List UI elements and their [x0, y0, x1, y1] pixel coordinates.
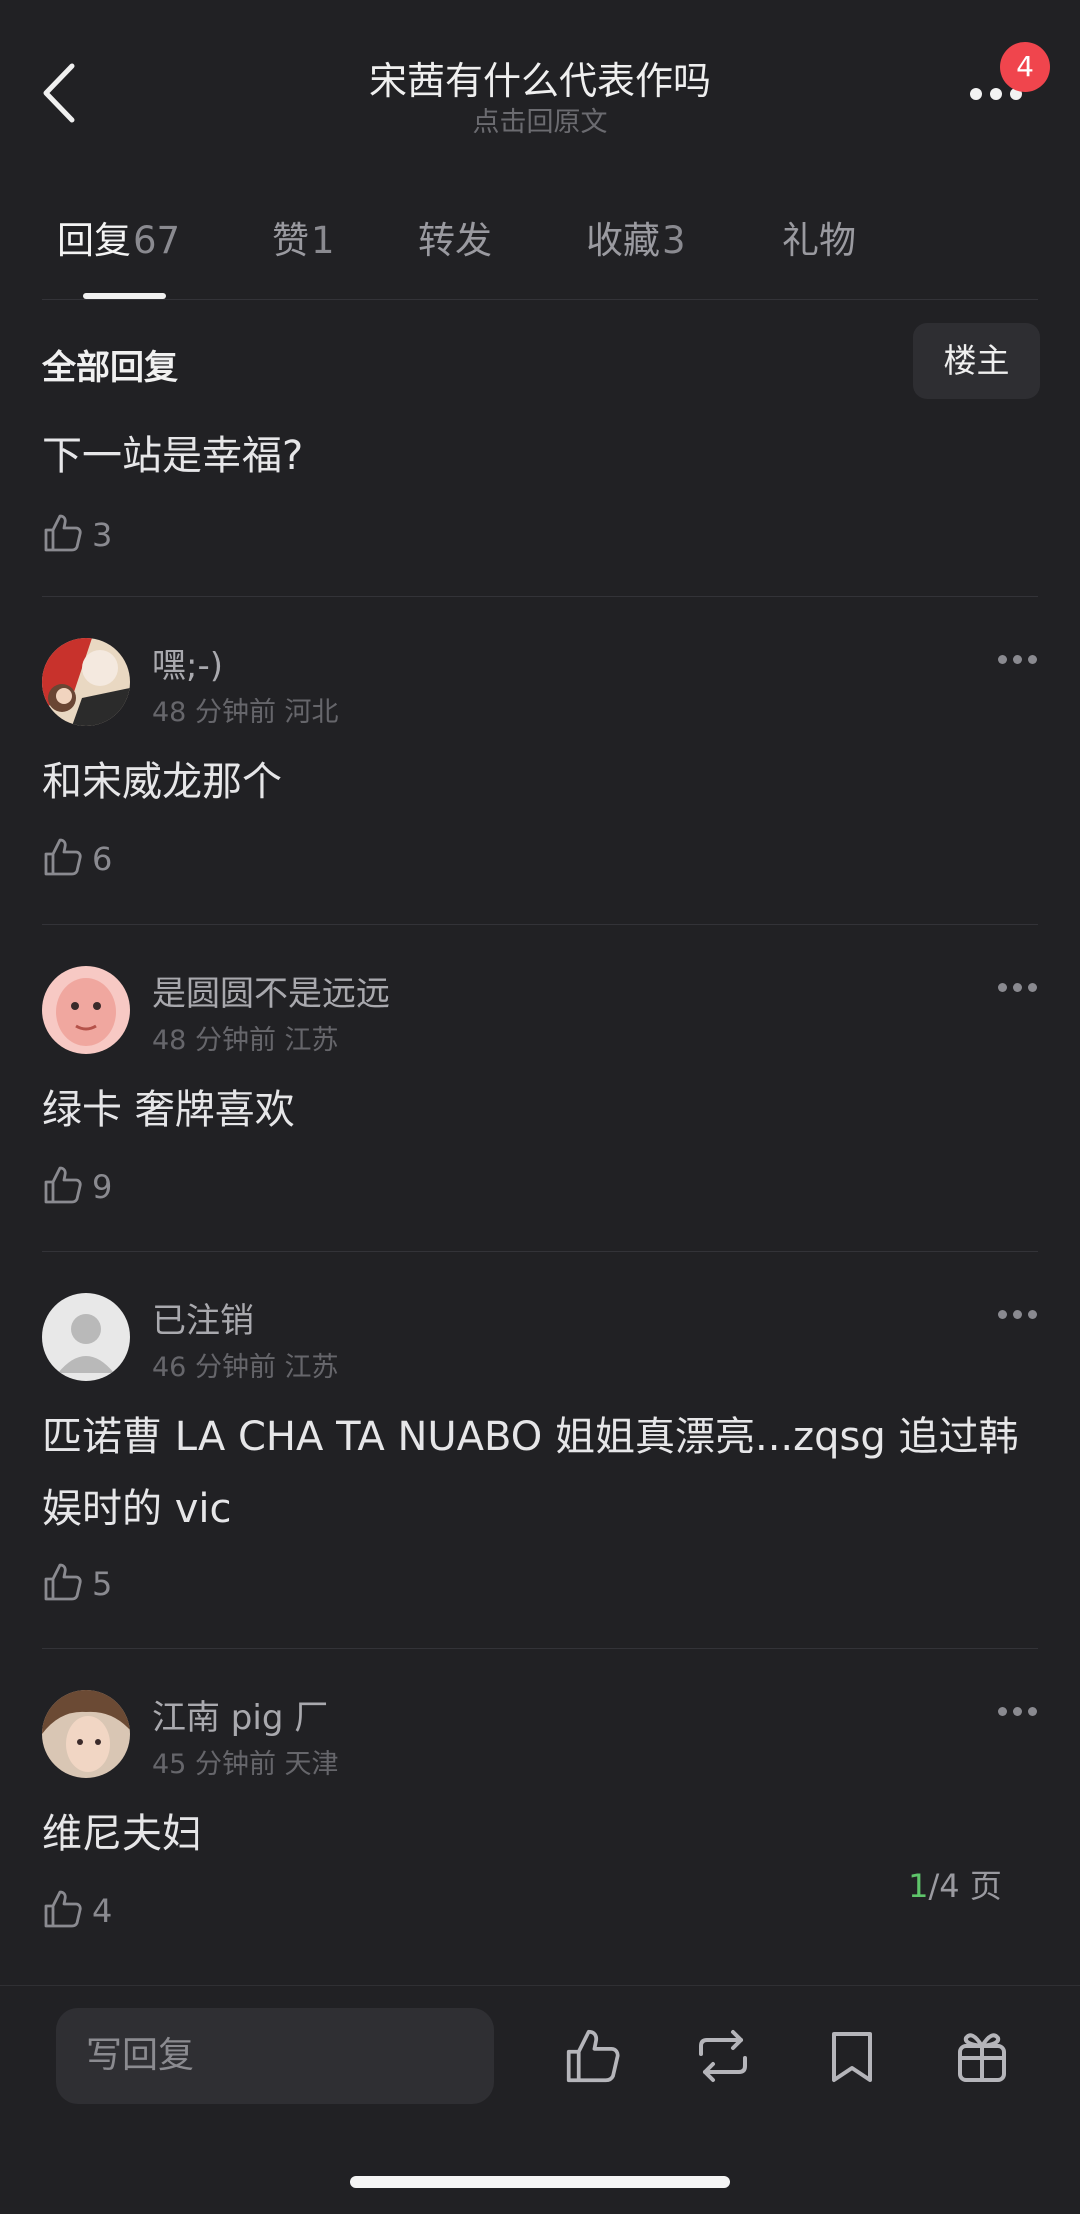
thumbs-up-icon [44, 1890, 82, 1928]
tab-count: 67 [133, 219, 181, 262]
location: 江苏 [284, 1352, 339, 1383]
repost-icon [699, 2030, 747, 2082]
avatar-image [42, 966, 130, 1054]
like-count: 6 [92, 840, 113, 878]
avatar-image [42, 1690, 130, 1778]
tab-label: 礼物 [782, 219, 856, 262]
comment-more-button[interactable] [996, 650, 1040, 670]
total-pages: /4 页 [928, 1867, 1002, 1905]
like-post-button[interactable] [563, 2026, 623, 2086]
comment-meta: 46 分钟前 江苏 [152, 1345, 339, 1384]
repost-button[interactable] [693, 2026, 753, 2086]
reply-input[interactable]: 写回复 [56, 2008, 494, 2104]
thumbs-up-icon [44, 1563, 82, 1601]
top-nav-bar: 宋茜有什么代表作吗 点击回原文 4 [0, 0, 1080, 190]
tab-count: 1 [311, 219, 335, 262]
avatar-image [42, 638, 130, 726]
avatar[interactable] [42, 638, 130, 726]
page-title[interactable]: 宋茜有什么代表作吗 [0, 50, 1080, 105]
home-indicator[interactable] [350, 2176, 730, 2188]
avatar[interactable] [42, 1293, 130, 1381]
tab-label: 收藏 [586, 219, 660, 262]
like-count: 9 [92, 1168, 113, 1206]
comment-meta: 48 分钟前 河北 [152, 690, 339, 729]
page-indicator[interactable]: 1/4 页 [870, 1858, 1040, 1914]
location: 江苏 [284, 1025, 339, 1056]
comment-content: 下一站是幸福? [42, 433, 304, 479]
timestamp: 48 分钟前 [152, 1025, 276, 1056]
comment-content: 和宋威龙那个 [42, 759, 282, 805]
default-avatar-icon [42, 1293, 130, 1381]
divider [42, 299, 1038, 300]
thumbs-up-icon [44, 838, 82, 876]
gift-button[interactable] [952, 2026, 1012, 2086]
divider [42, 1648, 1038, 1649]
back-to-original-link[interactable]: 点击回原文 [0, 100, 1080, 139]
timestamp: 45 分钟前 [152, 1749, 276, 1780]
location: 河北 [284, 697, 339, 728]
comment-more-button[interactable] [996, 978, 1040, 998]
thumbs-up-icon [44, 514, 82, 552]
tab-label: 转发 [418, 219, 492, 262]
tab-label: 回复 [57, 219, 131, 262]
tab-likes[interactable]: 赞1 [272, 210, 335, 264]
tab-bar: 回复67 赞1 转发 收藏3 礼物 [0, 210, 1080, 300]
comment-content: 匹诺曹 LA CHA TA NUABO 姐姐真漂亮...zqsg 追过韩娱时的 … [42, 1414, 1019, 1532]
notification-badge: 4 [1000, 42, 1050, 92]
thumbs-up-icon [566, 2029, 620, 2083]
username[interactable]: 已注销 [152, 1293, 254, 1342]
current-page: 1 [908, 1867, 929, 1905]
favorite-button[interactable] [822, 2026, 882, 2086]
tab-replies[interactable]: 回复67 [57, 210, 180, 264]
section-title: 全部回复 [42, 348, 178, 388]
username[interactable]: 是圆圆不是远远 [152, 966, 390, 1015]
username[interactable]: 江南 pig 厂 [152, 1690, 328, 1739]
owner-only-filter-button[interactable]: 楼主 [913, 323, 1040, 399]
avatar[interactable] [42, 966, 130, 1054]
tab-reposts[interactable]: 转发 [418, 210, 494, 264]
tab-gifts[interactable]: 礼物 [782, 210, 858, 264]
like-count: 4 [92, 1892, 113, 1930]
comment-more-button[interactable] [996, 1702, 1040, 1722]
like-count: 5 [92, 1565, 113, 1603]
tab-favorites[interactable]: 收藏3 [586, 210, 686, 264]
divider [42, 596, 1038, 597]
timestamp: 48 分钟前 [152, 697, 276, 728]
location: 天津 [284, 1749, 339, 1780]
comment-meta: 48 分钟前 江苏 [152, 1018, 339, 1057]
divider [42, 1251, 1038, 1252]
comment-more-button[interactable] [996, 1305, 1040, 1325]
comment-content: 绿卡 奢牌喜欢 [42, 1087, 295, 1133]
tab-count: 3 [662, 219, 686, 262]
tab-label: 赞 [272, 219, 309, 262]
thumbs-up-icon [44, 1166, 82, 1204]
bookmark-icon [832, 2032, 872, 2082]
gift-icon [958, 2033, 1006, 2082]
timestamp: 46 分钟前 [152, 1352, 276, 1383]
username[interactable]: 嘿;-) [152, 638, 223, 687]
comment-meta: 45 分钟前 天津 [152, 1742, 339, 1781]
avatar[interactable] [42, 1690, 130, 1778]
like-count: 3 [92, 516, 113, 554]
divider [42, 924, 1038, 925]
